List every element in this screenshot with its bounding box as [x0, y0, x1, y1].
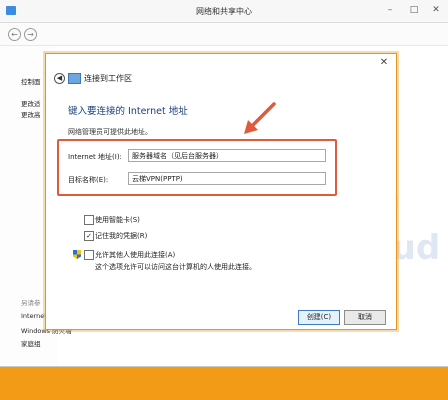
smartcard-label: 使用智能卡(S)	[95, 216, 140, 224]
internet-address-label: Internet 地址(I):	[68, 153, 122, 161]
left-pane-item-control[interactable]: 控制面	[21, 76, 41, 86]
allow-others-checkbox[interactable]	[84, 250, 94, 260]
allow-others-note: 这个选项允许可以访问这台计算机的人使用此连接。	[95, 263, 256, 271]
uac-shield-icon	[73, 250, 81, 259]
internet-address-input[interactable]: 服务器域名（见后台服务器）	[128, 149, 326, 162]
highlight-box	[57, 139, 337, 196]
cancel-button[interactable]: 取消	[344, 310, 386, 325]
see-also-homegroup[interactable]: 家庭组	[21, 338, 41, 348]
dialog-back-icon[interactable]: ◀	[54, 73, 65, 84]
smartcard-checkbox[interactable]	[84, 215, 94, 225]
window-title: 网络和共享中心	[196, 7, 252, 16]
remember-credentials-label: 记住我的凭据(R)	[95, 232, 148, 240]
minimize-button[interactable]: –	[384, 4, 396, 16]
allow-others-label: 允许其他人使用此连接(A)	[95, 251, 176, 259]
nav-forward-icon[interactable]: →	[24, 28, 37, 41]
destination-name-label: 目标名称(E):	[68, 176, 109, 184]
workplace-icon	[68, 73, 81, 84]
left-pane-item-adapter[interactable]: 更改适	[21, 98, 41, 108]
dialog-close-icon[interactable]: ✕	[378, 57, 390, 69]
navigation-bar: ← →	[0, 23, 448, 46]
dialog-hint: 网络管理员可提供此地址。	[68, 128, 152, 136]
see-also-internet[interactable]: Internet	[21, 312, 47, 320]
dialog-title: 连接到工作区	[84, 74, 132, 83]
window-close-button[interactable]: ✕	[430, 4, 442, 16]
create-button[interactable]: 创建(C)	[298, 310, 340, 325]
desktop-strip	[0, 366, 448, 400]
destination-name-input[interactable]: 云梯VPN(PPTP)	[128, 172, 326, 185]
maximize-button[interactable]: □	[408, 4, 420, 16]
remember-credentials-checkbox[interactable]: ✓	[84, 231, 94, 241]
nav-back-icon[interactable]: ←	[8, 28, 21, 41]
see-also-label: 另请参	[21, 299, 41, 307]
dialog-heading: 键入要连接的 Internet 地址	[68, 106, 188, 117]
left-pane-item-advanced[interactable]: 更改高	[21, 109, 41, 119]
connect-workplace-dialog: ✕ ◀ 连接到工作区 键入要连接的 Internet 地址 网络管理员可提供此地…	[45, 53, 397, 330]
pointer-arrow-icon	[244, 102, 276, 134]
window-titlebar: 网络和共享中心 – □ ✕	[0, 0, 448, 23]
